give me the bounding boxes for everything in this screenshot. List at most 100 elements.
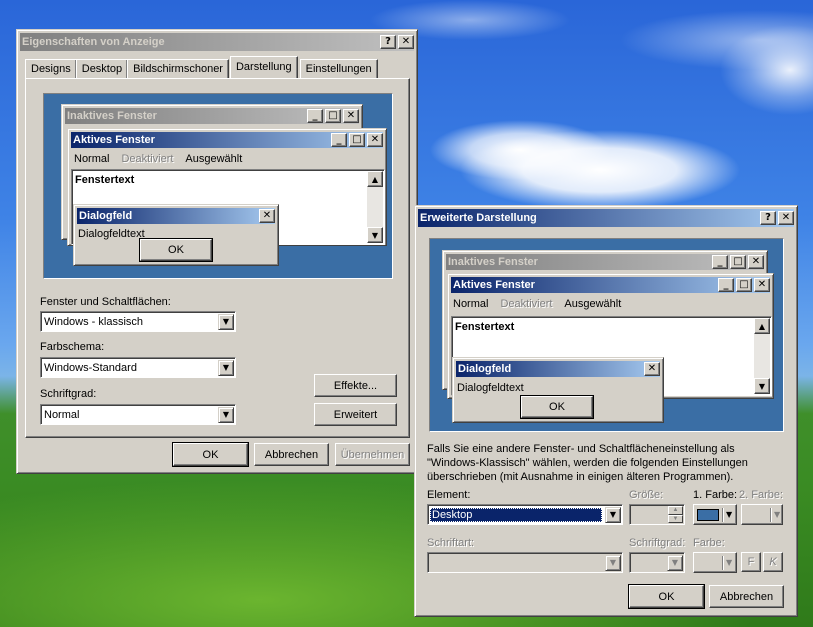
color1-separator [722,507,723,522]
ok-button[interactable]: OK [172,442,249,467]
font-size-select: ▼ [629,552,685,573]
chevron-down-icon: ▼ [667,554,683,571]
preview-inactive-title: Inaktives Fenster [448,256,538,268]
ok-button[interactable]: OK [628,584,705,609]
tab-strip: Designs Desktop Bildschirmschoner Darste… [25,56,378,78]
chevron-down-icon[interactable]: ▼ [218,313,234,330]
italic-button: K [763,552,783,572]
element-label: Element: [427,489,471,501]
apply-button: Übernehmen [335,443,410,466]
font-size-select[interactable]: Normal ▼ [40,404,236,425]
preview-inactive-titlebar: Inaktives Fenster _ □ ✕ [65,108,359,124]
font-label: Schriftart: [427,537,475,549]
chevron-down-icon: ▼ [605,554,621,571]
advanced-appearance-titlebar[interactable]: Erweiterte Darstellung ? ✕ [418,209,794,227]
preview-active-titlebar: Aktives Fenster _ □ ✕ [451,277,770,293]
preview-window-text: Fenstertext [455,321,515,333]
color-scheme-select[interactable]: Windows-Standard ▼ [40,357,236,378]
windows-buttons-select[interactable]: Windows - klassisch ▼ [40,311,236,332]
scroll-up-icon: ▲ [754,318,770,334]
preview-inactive-title: Inaktives Fenster [67,110,157,122]
preview-scrollbar: ▲ ▼ [367,171,383,243]
bold-button: F [741,552,761,572]
preview-scrollbar: ▲ ▼ [754,318,770,394]
windows-buttons-label: Fenster und Schaltflächen: [40,296,171,308]
preview-dialog: Dialogfeld ✕ Dialogfeldtext OK [452,357,664,423]
color-scheme-label: Farbschema: [40,341,105,353]
size-spinner: ▲ ▼ [629,504,685,525]
font-color-picker: ▼ [693,552,737,573]
preview-dialog-ok: OK [139,238,213,262]
scroll-down-icon: ▼ [367,227,383,243]
cancel-button[interactable]: Abbrechen [709,585,784,608]
close-icon: ✕ [259,209,275,223]
windows-buttons-value: Windows - klassisch [44,315,144,328]
maximize-icon: □ [736,278,752,292]
preview-dialog-text: Dialogfeldtext [78,228,145,240]
close-icon: ✕ [343,109,359,123]
display-properties-titlebar[interactable]: Eigenschaften von Anzeige ? ✕ [20,33,414,51]
font-select: ▼ [427,552,623,573]
preview-active-titlebar: Aktives Fenster _ □ ✕ [71,132,383,148]
close-icon[interactable]: ✕ [778,211,794,225]
preview-dialog-titlebar: Dialogfeld ✕ [456,361,660,377]
preview-inactive-titlebar: Inaktives Fenster _ □ ✕ [446,254,764,270]
font-color-label: Farbe: [693,537,725,549]
maximize-icon: □ [730,255,746,269]
color2-picker: ▼ [741,504,783,525]
close-icon[interactable]: ✕ [398,35,414,49]
preview-dialog-ok: OK [520,395,594,419]
help-icon[interactable]: ? [380,35,396,49]
element-select[interactable]: Desktop ▼ [427,504,623,525]
effects-button[interactable]: Effekte... [314,374,397,397]
minimize-icon: _ [718,278,734,292]
chevron-down-icon[interactable]: ▼ [218,406,234,423]
chevron-down-icon[interactable]: ▼ [605,506,621,523]
tab-settings[interactable]: Einstellungen [299,59,378,78]
spin-down-icon: ▼ [668,514,683,523]
preview-active-title: Aktives Fenster [73,134,155,146]
preview-menu-bar: Normal Deaktiviert Ausgewählt [74,153,242,165]
color2-swatch [745,508,767,521]
color2-separator [770,507,771,522]
close-icon: ✕ [754,278,770,292]
window-title: Eigenschaften von Anzeige [22,36,165,48]
preview-dialog: Dialogfeld ✕ Dialogfeldtext OK [73,204,279,266]
scroll-up-icon: ▲ [367,171,383,187]
tab-desktop[interactable]: Desktop [75,59,129,78]
preview-dialog-title: Dialogfeld [79,210,133,222]
tab-designs[interactable]: Designs [25,59,77,78]
appearance-preview: Inaktives Fenster _ □ ✕ Aktives Fenster … [429,238,784,432]
color1-picker[interactable]: ▼ [693,504,737,525]
scroll-down-icon: ▼ [754,378,770,394]
display-properties-window: Eigenschaften von Anzeige ? ✕ Designs De… [16,29,418,474]
font-size-label: Schriftgrad: [629,537,686,549]
font-color-separator [722,555,723,570]
chevron-down-icon: ▼ [726,510,733,519]
chevron-down-icon: ▼ [774,510,781,519]
advanced-button[interactable]: Erweitert [314,403,397,426]
maximize-icon: □ [349,133,365,147]
color-scheme-value: Windows-Standard [44,361,137,374]
chevron-down-icon[interactable]: ▼ [218,359,234,376]
menu-normal: Normal [453,298,489,310]
info-text: Falls Sie eine andere Fenster- und Schal… [427,443,748,483]
cancel-button[interactable]: Abbrechen [254,443,329,466]
close-icon: ✕ [367,133,383,147]
font-color-swatch [697,556,719,569]
minimize-icon: _ [307,109,323,123]
minimize-icon: _ [712,255,728,269]
preview-dialog-text: Dialogfeldtext [457,382,524,394]
menu-selected: Ausgewählt [185,153,243,165]
tab-appearance[interactable]: Darstellung [229,56,298,78]
window-title: Erweiterte Darstellung [420,212,537,224]
preview-window-text: Fenstertext [75,174,135,186]
close-icon: ✕ [644,362,660,376]
size-label: Größe: [629,489,664,501]
element-value: Desktop [430,507,602,522]
menu-selected: Ausgewählt [564,298,622,310]
font-size-value: Normal [44,408,80,421]
menu-normal: Normal [74,153,110,165]
help-icon[interactable]: ? [760,211,776,225]
tab-screensaver[interactable]: Bildschirmschoner [127,59,229,78]
